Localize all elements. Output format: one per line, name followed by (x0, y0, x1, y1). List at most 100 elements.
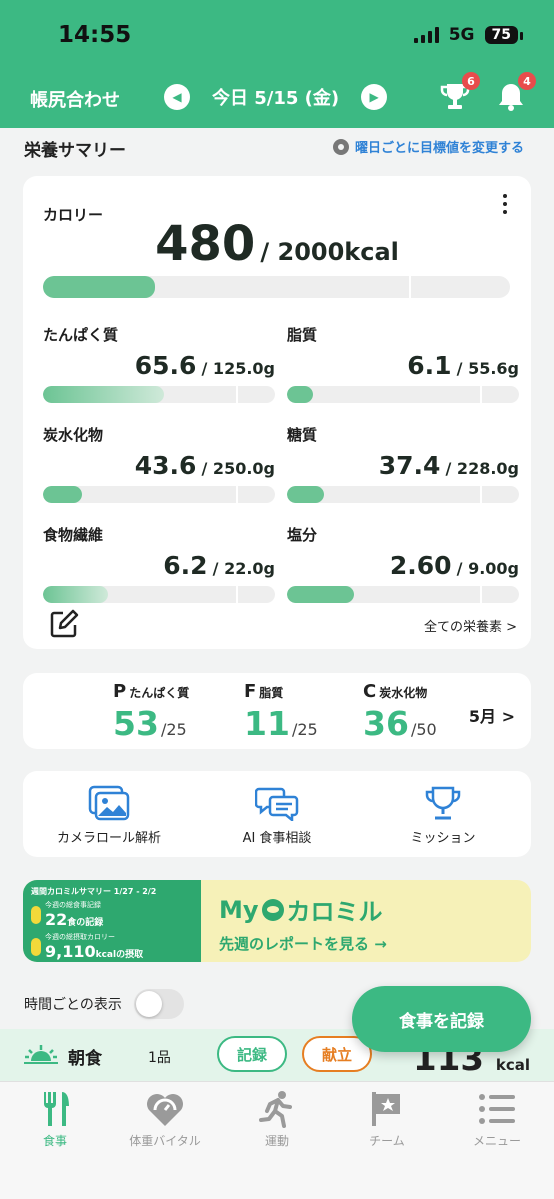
record-meal-fab[interactable]: 食事を記録 (352, 986, 531, 1052)
notification-button[interactable]: 4 (494, 72, 536, 114)
nutrient-progress-bar (287, 486, 519, 503)
nutrient-label: 食物繊維 (43, 526, 104, 544)
pfc-carbohydrate: C 炭水化物 36/50 (363, 681, 437, 743)
nutrient-label: 炭水化物 (43, 426, 104, 444)
tab-label: 食事 (42, 1134, 67, 1148)
nutrient-label: 糖質 (287, 426, 318, 444)
nutrition-summary-title: 栄養サマリー (24, 141, 126, 161)
record-meal-button[interactable]: 記録 (217, 1036, 287, 1072)
nutrient-progress-bar (43, 486, 275, 503)
record-unit: 食の記録 (67, 918, 104, 928)
image-gallery-icon (88, 785, 130, 821)
nutrient-target: / 250.0g (201, 459, 275, 478)
nutrient-sugar: 糖質 37.4 / 228.0g (287, 424, 519, 503)
calorie-value: 480 / 2000kcal (23, 216, 531, 272)
edit-button[interactable] (49, 609, 79, 643)
nutrient-progress-bar (287, 386, 519, 403)
tab-menu[interactable]: メニュー (442, 1090, 552, 1149)
pfc-protein: P たんぱく質 53/25 (113, 681, 189, 743)
tab-weight-vitals[interactable]: 体重バイタル (110, 1090, 220, 1149)
nutrient-fat: 脂質 6.1 / 55.6g (287, 324, 519, 403)
hourly-display-toggle-row: 時間ごとの表示 (24, 989, 184, 1019)
pfc-letter: C (363, 681, 377, 702)
nutrient-target: / 55.6g (456, 359, 519, 378)
view-last-week-report-link: 先週のレポートを見る → (219, 935, 387, 953)
notification-badge: 4 (518, 72, 536, 90)
edit-icon (50, 609, 79, 638)
pfc-letter: P (113, 681, 127, 702)
brand-logo: My カロミル (219, 895, 383, 927)
next-day-button[interactable]: ▶ (361, 84, 388, 110)
calorie-progress-bar (43, 276, 510, 298)
pfc-letter: F (244, 681, 257, 702)
trophy-badge: 6 (462, 72, 480, 90)
nutrient-carbohydrate: 炭水化物 43.6 / 250.0g (43, 424, 275, 503)
mission-button[interactable]: ミッション (363, 785, 523, 846)
feature-label: ミッション (410, 831, 476, 846)
trophy-icon (425, 786, 461, 820)
kcal-value: 9,110 (45, 942, 96, 961)
heart-scale-icon (147, 1094, 183, 1126)
tab-meal[interactable]: 食事 (0, 1090, 110, 1149)
meal-item-count: 1品 (148, 1050, 171, 1066)
nutrient-progress-bar (43, 586, 275, 603)
change-goal-label: 曜日ごとに目標値を変更する (354, 141, 524, 156)
nutrient-fiber: 食物繊維 6.2 / 22.0g (43, 524, 275, 603)
pfc-value: 36 (363, 704, 409, 743)
kcal-pill-icon (31, 937, 41, 956)
nutrient-value: 43.6 (134, 451, 197, 480)
pfc-label: 炭水化物 (379, 686, 428, 700)
nutrient-protein: たんぱく質 65.6 / 125.0g (43, 324, 275, 403)
pfc-month-link[interactable]: 5月 > (469, 703, 515, 727)
nutrient-progress-bar (43, 386, 275, 403)
running-icon (259, 1091, 292, 1128)
date-navigator: ◀ 今日 5/15 (金) ▶ (164, 84, 388, 110)
tab-exercise[interactable]: 運動 (222, 1090, 332, 1149)
record-pill-icon (31, 905, 41, 924)
flag-star-icon (372, 1092, 400, 1126)
pfc-balance-card[interactable]: P たんぱく質 53/25 F 脂質 11/25 C 炭水化物 36/50 5月 > (23, 673, 531, 749)
nutrient-progress-bar (287, 586, 519, 603)
tab-team[interactable]: チーム (332, 1090, 442, 1149)
nutrient-value: 37.4 (378, 451, 441, 480)
current-date[interactable]: 今日 5/15 (金) (212, 84, 339, 110)
bottom-tab-bar: 食事 体重バイタル 運動 チーム メニュー (0, 1081, 554, 1199)
calomil-logo-icon (261, 898, 284, 921)
prev-day-button[interactable]: ◀ (164, 84, 190, 110)
kcal-unit: kcalの摂取 (95, 950, 144, 960)
header-title[interactable]: 帳尻合わせ (30, 86, 120, 112)
record-value: 22 (45, 910, 68, 929)
hourly-display-label: 時間ごとの表示 (24, 997, 122, 1013)
feature-label: AI 食事相談 (242, 831, 312, 846)
nutrition-card: カロリー 480 / 2000kcal たんぱく質 65.6 / 125.0g … (23, 176, 531, 649)
meal-name: 朝食 (68, 1049, 102, 1069)
sunrise-icon (24, 1045, 58, 1064)
nutrient-target: / 228.0g (445, 459, 519, 478)
nutrient-label: たんぱく質 (43, 326, 119, 344)
status-time: 14:55 (58, 22, 132, 48)
app-header: 14:55 5G 75 帳尻合わせ ◀ 今日 5/15 (金) ▶ 6 4 (0, 0, 554, 128)
nutrient-target: / 22.0g (212, 559, 275, 578)
weekly-report-banner[interactable]: 週間カロミルサマリー 1/27 - 2/2 今週の総食事記録 22食の記録 今週… (23, 880, 531, 962)
more-options-icon[interactable] (503, 194, 507, 214)
tab-label: メニュー (472, 1134, 521, 1148)
ai-consult-button[interactable]: AI 食事相談 (197, 785, 357, 846)
tab-label: 運動 (264, 1134, 289, 1148)
chat-bubbles-icon (255, 787, 299, 821)
all-nutrients-link[interactable]: 全ての栄養素 > (424, 616, 517, 635)
tab-label: 体重バイタル (129, 1134, 201, 1148)
pfc-denominator: /25 (160, 720, 187, 739)
nutrient-value: 2.60 (389, 551, 452, 580)
pfc-fat: F 脂質 11/25 (244, 681, 318, 743)
pfc-denominator: /25 (291, 720, 318, 739)
change-goal-link[interactable]: 曜日ごとに目標値を変更する (332, 137, 524, 156)
camera-roll-analysis-button[interactable]: カメラロール解析 (29, 785, 189, 846)
hourly-display-toggle[interactable] (133, 989, 184, 1019)
nutrient-value: 65.6 (134, 351, 197, 380)
weekly-summary-panel: 週間カロミルサマリー 1/27 - 2/2 今週の総食事記録 22食の記録 今週… (23, 880, 201, 962)
trophy-button[interactable]: 6 (438, 72, 480, 114)
feature-label: カメラロール解析 (56, 831, 161, 846)
fork-knife-icon (44, 1092, 69, 1126)
tab-label: チーム (369, 1134, 405, 1148)
network-type: 5G (448, 25, 475, 45)
